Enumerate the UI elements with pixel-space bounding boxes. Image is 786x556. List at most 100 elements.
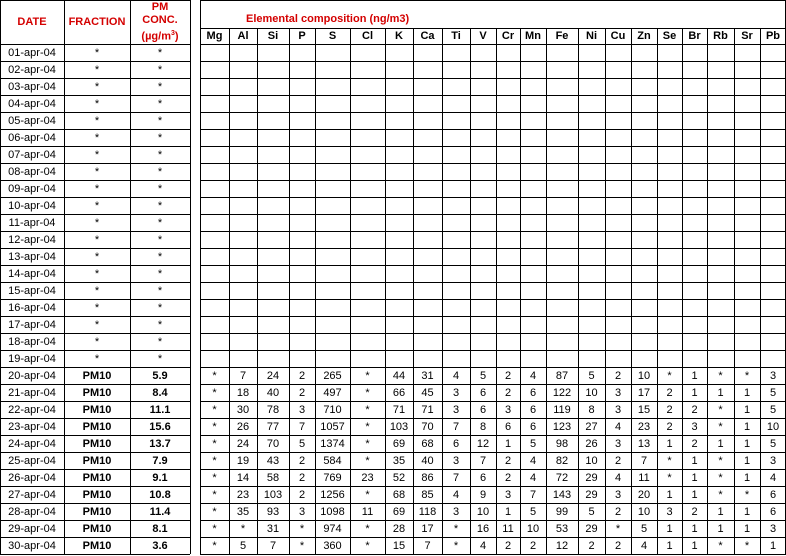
date-cell: 15-apr-04 — [8, 284, 56, 297]
value-cell-p: * — [299, 539, 305, 552]
value-cell-si: 77 — [266, 420, 280, 433]
value-cell-cr: 6 — [504, 420, 512, 433]
fraction-cell: * — [94, 318, 100, 331]
value-cell-zn: 4 — [640, 539, 648, 552]
value-cell-mn: 4 — [529, 369, 537, 382]
pm-conc-cell: * — [157, 46, 163, 59]
v-line — [315, 28, 316, 554]
value-cell-al: * — [240, 522, 246, 535]
h-line — [200, 95, 786, 96]
value-cell-pb: 5 — [769, 386, 777, 399]
value-cell-ti: * — [453, 539, 459, 552]
pm-conc-cell: 3.6 — [152, 539, 168, 552]
value-cell-zn: 20 — [637, 488, 651, 501]
value-cell-si: 93 — [266, 505, 280, 518]
value-cell-si: 78 — [266, 403, 280, 416]
value-cell-mg: * — [212, 454, 217, 467]
h-line — [0, 61, 190, 62]
value-cell-pb: 4 — [769, 471, 777, 484]
v-line — [578, 28, 579, 554]
v-line — [0, 0, 1, 554]
value-cell-cu: 2 — [614, 369, 622, 382]
v-line — [200, 0, 201, 554]
date-cell: 17-apr-04 — [8, 318, 56, 331]
value-cell-pb: 6 — [769, 488, 777, 501]
h-line — [200, 333, 786, 334]
v-line — [130, 0, 131, 554]
value-cell-v: 4 — [479, 539, 487, 552]
value-cell-ca: 118 — [418, 505, 437, 518]
value-cell-al: 18 — [236, 386, 250, 399]
value-cell-rb: * — [718, 488, 723, 501]
value-cell-pb: 1 — [769, 539, 777, 552]
value-cell-fe: 122 — [552, 386, 572, 399]
h-line — [200, 435, 786, 436]
value-cell-pb: 3 — [769, 369, 777, 382]
value-cell-v: 16 — [476, 522, 490, 535]
value-cell-cl: * — [365, 369, 370, 382]
date-cell: 13-apr-04 — [8, 250, 56, 263]
value-cell-pb: 5 — [769, 403, 777, 416]
element-header-ni: Ni — [586, 30, 597, 42]
value-cell-v: 6 — [479, 403, 487, 416]
h-line — [0, 282, 190, 283]
value-cell-mg: * — [212, 539, 217, 552]
data-table: DATE FRACTION PM CONC. (µg/m3) Elemental… — [0, 0, 786, 556]
h-line — [200, 146, 786, 147]
value-cell-ca: 70 — [421, 420, 434, 433]
fraction-header: FRACTION — [68, 16, 126, 28]
value-cell-sr: * — [744, 488, 750, 501]
value-cell-br: 1 — [691, 454, 698, 467]
value-cell-cr: 1 — [504, 505, 512, 518]
h-line — [0, 418, 190, 419]
fraction-cell: * — [94, 114, 100, 127]
fraction-cell: * — [94, 301, 100, 314]
h-line — [200, 61, 786, 62]
value-cell-mn: 6 — [529, 403, 537, 416]
value-cell-sr: 1 — [743, 420, 751, 433]
value-cell-cu: 2 — [614, 505, 622, 518]
element-header-sr: Sr — [741, 30, 753, 42]
pm-conc-cell: * — [157, 284, 163, 297]
v-line — [229, 28, 230, 554]
value-cell-s: 1098 — [320, 505, 345, 518]
value-cell-cu: 2 — [614, 539, 622, 552]
value-cell-ti: 7 — [452, 420, 460, 433]
value-cell-p: 3 — [298, 403, 306, 416]
value-cell-se: 1 — [666, 488, 673, 501]
value-cell-s: 584 — [323, 454, 342, 467]
value-cell-p: 2 — [298, 488, 306, 501]
value-cell-k: 28 — [392, 522, 406, 535]
pm-conc-cell: * — [157, 80, 163, 93]
element-header-br: Br — [688, 30, 701, 42]
fraction-cell: PM10 — [82, 386, 112, 399]
h-line — [200, 316, 786, 317]
fraction-cell: * — [94, 97, 100, 110]
value-cell-se: 3 — [666, 505, 673, 518]
fraction-cell: * — [94, 250, 100, 263]
value-cell-al: 14 — [236, 471, 250, 484]
value-cell-rb: 1 — [717, 386, 724, 399]
value-cell-k: 66 — [392, 386, 406, 399]
value-cell-mg: * — [212, 420, 217, 433]
pm-conc-cell: * — [157, 216, 163, 229]
date-cell: 25-apr-04 — [8, 454, 56, 467]
value-cell-zn: 13 — [637, 437, 651, 450]
h-line — [0, 367, 190, 368]
value-cell-se: 1 — [666, 522, 673, 535]
value-cell-k: 35 — [392, 454, 406, 467]
value-cell-mg: * — [212, 522, 217, 535]
h-line — [0, 214, 190, 215]
value-cell-cl: 23 — [361, 471, 374, 484]
date-cell: 02-apr-04 — [8, 63, 56, 76]
h-line — [0, 452, 190, 453]
value-cell-al: 5 — [239, 539, 247, 552]
fraction-cell: * — [94, 352, 100, 365]
value-cell-cu: 3 — [614, 437, 622, 450]
value-cell-ni: 27 — [585, 420, 598, 433]
value-cell-ca: 17 — [421, 522, 434, 535]
element-header-p: P — [298, 30, 306, 42]
element-header-cr: Cr — [501, 30, 515, 42]
fraction-cell: PM10 — [82, 488, 112, 501]
fraction-cell: * — [94, 199, 100, 212]
